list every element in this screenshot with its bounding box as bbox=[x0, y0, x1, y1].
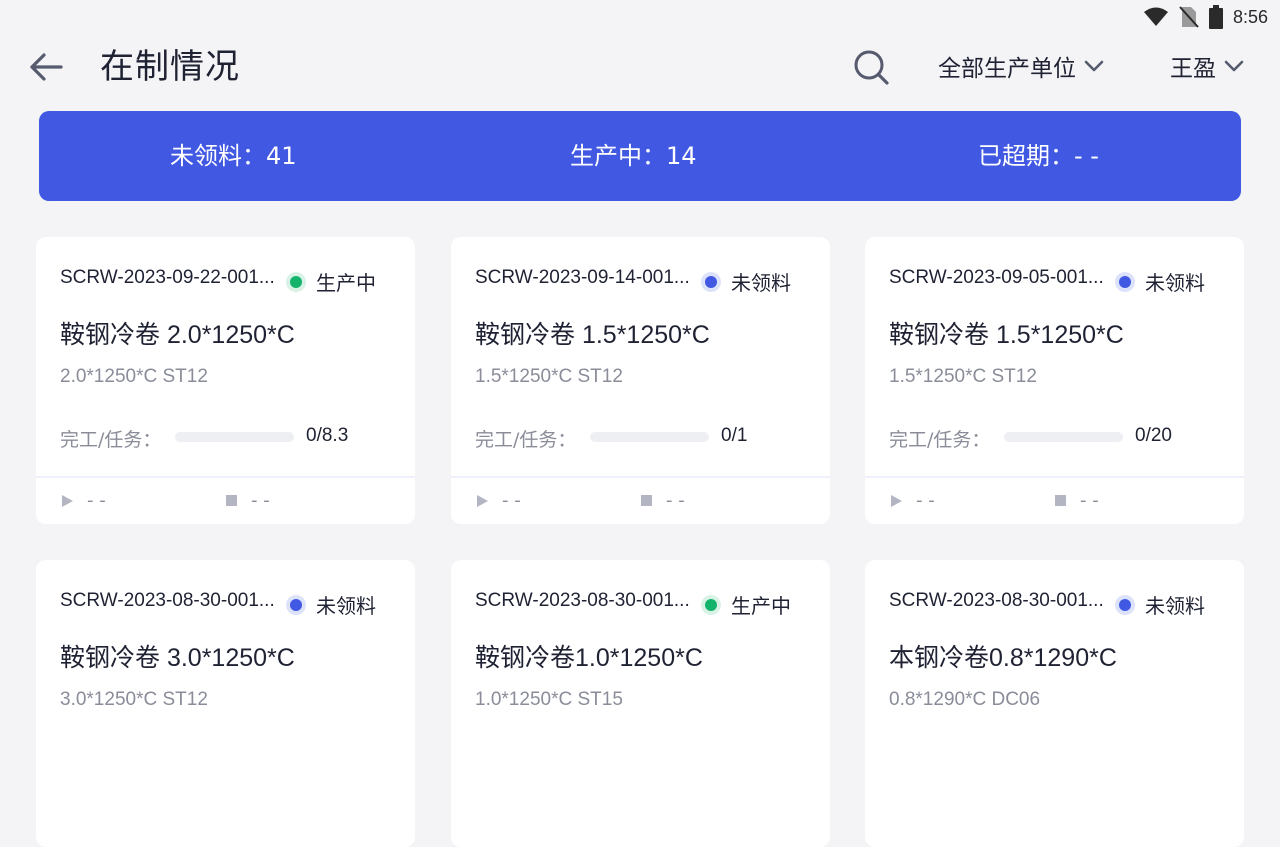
status-badge: 生产中 bbox=[705, 590, 791, 619]
status-badge: 未领料 bbox=[290, 590, 376, 619]
page-title: 在制情况 bbox=[100, 47, 240, 87]
end-time: - - bbox=[641, 490, 685, 511]
battery-icon bbox=[1208, 5, 1223, 29]
status-text: 未领料 bbox=[1145, 594, 1205, 618]
status-dot-icon bbox=[1119, 598, 1131, 611]
summary-not-received[interactable]: 未领料：41 bbox=[170, 111, 297, 201]
task-code: SCRW-2023-08-30-001... bbox=[60, 590, 275, 611]
divider bbox=[36, 476, 415, 478]
status-text: 生产中 bbox=[731, 594, 791, 618]
status-text: 未领料 bbox=[1145, 271, 1205, 295]
product-spec: 2.0*1250*C ST12 bbox=[60, 366, 208, 387]
progress-label: 完工/任务： bbox=[60, 429, 162, 451]
progress-value: 0/1 bbox=[721, 425, 748, 446]
unit-filter-label: 全部生产单位 bbox=[938, 56, 1076, 82]
start-time: - - bbox=[891, 490, 935, 511]
clock: 8:56 bbox=[1232, 6, 1268, 27]
progress-label: 完工/任务： bbox=[475, 429, 577, 451]
stop-icon bbox=[641, 495, 652, 506]
task-card[interactable]: SCRW-2023-09-22-001... 生产中 鞍钢冷卷 2.0*1250… bbox=[36, 237, 415, 524]
status-dot-icon bbox=[290, 275, 302, 288]
status-dot-icon bbox=[1119, 275, 1131, 288]
product-spec: 1.5*1250*C ST12 bbox=[475, 366, 623, 387]
app-bar: 在制情况 全部生产单位 王盈 bbox=[0, 34, 1280, 100]
status-bar: 8:56 bbox=[0, 0, 1280, 34]
start-time-value: - - bbox=[916, 490, 935, 511]
task-code: SCRW-2023-08-30-001... bbox=[475, 590, 690, 611]
product-spec: 0.8*1290*C DC06 bbox=[889, 689, 1041, 710]
product-spec: 1.5*1250*C ST12 bbox=[889, 366, 1037, 387]
chevron-down-icon bbox=[1084, 60, 1104, 72]
product-name: 鞍钢冷卷 1.5*1250*C bbox=[889, 321, 1124, 349]
end-time-value: - - bbox=[251, 490, 270, 511]
stop-icon bbox=[226, 495, 237, 506]
task-code: SCRW-2023-09-05-001... bbox=[889, 267, 1104, 288]
status-dot-icon bbox=[290, 598, 302, 611]
progress-label: 完工/任务： bbox=[889, 429, 991, 451]
status-text: 生产中 bbox=[316, 271, 376, 295]
wifi-icon bbox=[1143, 6, 1169, 28]
start-time-value: - - bbox=[502, 490, 521, 511]
product-name: 鞍钢冷卷1.0*1250*C bbox=[475, 644, 703, 672]
end-time: - - bbox=[1055, 490, 1099, 511]
progress-value: 0/20 bbox=[1135, 425, 1172, 446]
progress-bar bbox=[1004, 432, 1123, 442]
back-button[interactable] bbox=[28, 52, 64, 82]
divider bbox=[865, 476, 1244, 478]
user-name: 王盈 bbox=[1170, 56, 1216, 82]
status-dot-icon bbox=[705, 275, 717, 288]
status-dot-icon bbox=[705, 598, 717, 611]
product-spec: 1.0*1250*C ST15 bbox=[475, 689, 623, 710]
search-icon bbox=[854, 50, 889, 85]
task-code: SCRW-2023-09-22-001... bbox=[60, 267, 275, 288]
arrow-left-icon bbox=[30, 53, 63, 81]
play-icon bbox=[477, 494, 488, 507]
end-time-value: - - bbox=[666, 490, 685, 511]
task-code: SCRW-2023-08-30-001... bbox=[889, 590, 1104, 611]
product-name: 鞍钢冷卷 1.5*1250*C bbox=[475, 321, 710, 349]
summary-overdue[interactable]: 已超期：- - bbox=[978, 111, 1099, 201]
chevron-down-icon bbox=[1224, 60, 1244, 72]
play-icon bbox=[62, 494, 73, 507]
divider bbox=[451, 476, 830, 478]
status-text: 未领料 bbox=[731, 271, 791, 295]
task-card[interactable]: SCRW-2023-09-14-001... 未领料 鞍钢冷卷 1.5*1250… bbox=[451, 237, 830, 524]
search-button[interactable] bbox=[852, 48, 890, 86]
play-icon bbox=[891, 494, 902, 507]
product-name: 本钢冷卷0.8*1290*C bbox=[889, 644, 1117, 672]
summary-in-production[interactable]: 生产中：14 bbox=[570, 111, 697, 201]
task-card[interactable]: SCRW-2023-09-05-001... 未领料 鞍钢冷卷 1.5*1250… bbox=[865, 237, 1244, 524]
start-time-value: - - bbox=[87, 490, 106, 511]
status-badge: 未领料 bbox=[1119, 590, 1205, 619]
start-time: - - bbox=[62, 490, 106, 511]
status-badge: 生产中 bbox=[290, 267, 376, 296]
status-badge: 未领料 bbox=[705, 267, 791, 296]
task-card[interactable]: SCRW-2023-08-30-001... 未领料 鞍钢冷卷 3.0*1250… bbox=[36, 560, 415, 847]
no-sim-icon bbox=[1179, 5, 1199, 29]
product-name: 鞍钢冷卷 3.0*1250*C bbox=[60, 644, 295, 672]
task-card[interactable]: SCRW-2023-08-30-001... 未领料 本钢冷卷0.8*1290*… bbox=[865, 560, 1244, 847]
status-text: 未领料 bbox=[316, 594, 376, 618]
user-dropdown[interactable]: 王盈 bbox=[1170, 48, 1246, 84]
task-code: SCRW-2023-09-14-001... bbox=[475, 267, 690, 288]
progress-bar bbox=[175, 432, 294, 442]
progress-bar bbox=[590, 432, 709, 442]
product-spec: 3.0*1250*C ST12 bbox=[60, 689, 208, 710]
progress-value: 0/8.3 bbox=[306, 425, 349, 446]
product-name: 鞍钢冷卷 2.0*1250*C bbox=[60, 321, 295, 349]
end-time: - - bbox=[226, 490, 270, 511]
start-time: - - bbox=[477, 490, 521, 511]
unit-filter-dropdown[interactable]: 全部生产单位 bbox=[938, 48, 1106, 84]
task-card[interactable]: SCRW-2023-08-30-001... 生产中 鞍钢冷卷1.0*1250*… bbox=[451, 560, 830, 847]
summary-banner: 未领料：41 生产中：14 已超期：- - bbox=[39, 111, 1241, 201]
end-time-value: - - bbox=[1080, 490, 1099, 511]
stop-icon bbox=[1055, 495, 1066, 506]
status-badge: 未领料 bbox=[1119, 267, 1205, 296]
